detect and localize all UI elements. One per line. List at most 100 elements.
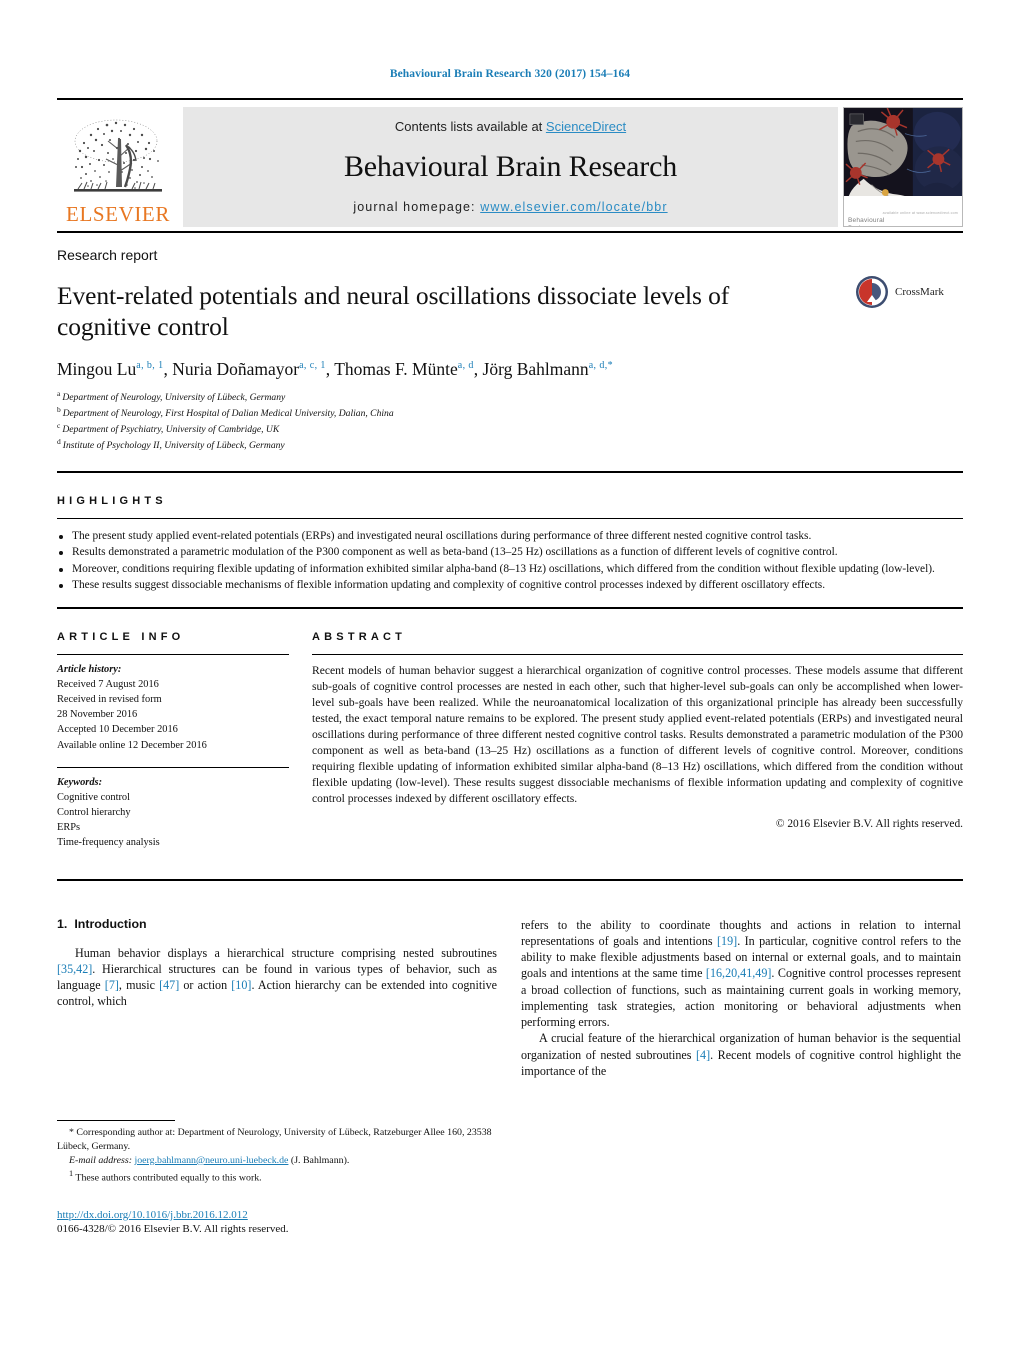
journal-homepage-link[interactable]: www.elsevier.com/locate/bbr bbox=[480, 200, 667, 214]
text-run: , music bbox=[118, 978, 160, 993]
author-separator: , bbox=[325, 359, 335, 380]
affiliation-item: a Department of Neurology, University of … bbox=[57, 389, 963, 405]
doi-link[interactable]: http://dx.doi.org/10.1016/j.bbr.2016.12.… bbox=[57, 1209, 248, 1221]
section-title: Introduction bbox=[74, 916, 147, 931]
email-link[interactable]: joerg.bahlmann@neuro.uni-luebeck.de bbox=[134, 1155, 288, 1166]
affiliation-item: c Department of Psychiatry, University of… bbox=[57, 421, 963, 437]
homepage-prefix: journal homepage: bbox=[353, 200, 481, 214]
list-item: Moreover, conditions requiring flexible … bbox=[57, 562, 963, 578]
list-item: The present study applied event-related … bbox=[57, 529, 963, 545]
footnote-block: * Corresponding author at: Department of… bbox=[57, 1120, 497, 1235]
affiliation-key: a bbox=[57, 389, 61, 399]
sciencedirect-link[interactable]: ScienceDirect bbox=[546, 119, 626, 134]
affiliation-item: d Institute of Psychology II, University … bbox=[57, 437, 963, 453]
citation-link[interactable]: [47] bbox=[159, 978, 179, 992]
text-run: Human behavior displays a hierarchical s… bbox=[75, 945, 497, 960]
author-name: Jörg Bahlmann bbox=[482, 359, 589, 380]
text-run: or action bbox=[179, 978, 232, 993]
elsevier-logo: ELSEVIER bbox=[57, 107, 179, 227]
author-marks-text: a, d, bbox=[588, 360, 608, 372]
author-affiliation-marks: a, c, 1 bbox=[299, 360, 326, 372]
article-page: Behavioural Brain Research 320 (2017) 15… bbox=[0, 0, 1020, 1351]
crossmark-icon bbox=[856, 276, 888, 308]
elsevier-wordmark: ELSEVIER bbox=[66, 202, 170, 226]
equal-contribution-note: 1 These authors contributed equally to t… bbox=[57, 1168, 497, 1185]
article-history-block: Article history: Received 7 August 2016 … bbox=[57, 662, 289, 753]
corresponding-author-note: * Corresponding author at: Department of… bbox=[57, 1126, 497, 1154]
citation-link[interactable]: [19] bbox=[717, 934, 737, 948]
author-separator: , bbox=[163, 359, 173, 380]
citation-link[interactable]: [16,20,41,49] bbox=[706, 966, 772, 980]
affiliation-text: Department of Psychiatry, University of … bbox=[62, 424, 280, 436]
info-abstract-row: ARTICLE INFO Article history: Received 7… bbox=[57, 631, 963, 851]
affiliation-list: a Department of Neurology, University of … bbox=[57, 389, 963, 452]
list-item: These results suggest dissociable mechan… bbox=[57, 578, 963, 594]
author-separator: , bbox=[473, 359, 483, 380]
page-title: Event-related potentials and neural osci… bbox=[57, 281, 730, 342]
journal-masthead: ELSEVIER Contents lists available at Sci… bbox=[57, 98, 963, 227]
issn-copyright-line: 0166-4328/© 2016 Elsevier B.V. All right… bbox=[57, 1222, 289, 1235]
masthead-bottom-rule bbox=[57, 231, 963, 233]
history-line: 28 November 2016 bbox=[57, 709, 138, 721]
author-entry: Mingou Lua, b, 1 bbox=[57, 359, 164, 379]
section-number: 1. bbox=[57, 916, 68, 931]
elsevier-tree-icon bbox=[74, 119, 162, 192]
journal-homepage-line: journal homepage: www.elsevier.com/locat… bbox=[353, 200, 667, 214]
affiliation-item: b Department of Neurology, First Hospital… bbox=[57, 405, 963, 421]
history-line: Available online 12 December 2016 bbox=[57, 739, 207, 751]
author-name: Nuria Doñamayor bbox=[172, 359, 300, 380]
keywords-block: Keywords: Cognitive control Control hier… bbox=[57, 775, 289, 851]
article-body: 1. Introduction Human behavior displays a… bbox=[57, 917, 963, 1080]
history-line: Accepted 10 December 2016 bbox=[57, 724, 178, 736]
author-list: Mingou Lua, b, 1, Nuria Doñamayora, c, 1… bbox=[57, 359, 963, 380]
affiliation-key: d bbox=[57, 436, 61, 446]
author-name: Mingou Lu bbox=[57, 359, 137, 380]
introduction-heading: 1. Introduction bbox=[57, 917, 497, 931]
contents-prefix: Contents lists available at bbox=[394, 119, 546, 134]
journal-cover-thumbnail[interactable]: available online at www.sciencedirect.co… bbox=[843, 107, 963, 227]
corresponding-author-text: Corresponding author at: Department of N… bbox=[57, 1127, 492, 1152]
author-entry: Thomas F. Müntea, d bbox=[334, 359, 474, 379]
citation-link[interactable]: [10] bbox=[231, 978, 251, 992]
list-item: Results demonstrated a parametric modula… bbox=[57, 545, 963, 561]
abstract-copyright: © 2016 Elsevier B.V. All rights reserved… bbox=[775, 817, 963, 830]
crossmark-badge[interactable]: CrossMark bbox=[855, 275, 963, 309]
paragraph: A crucial feature of the hierarchical or… bbox=[521, 1030, 961, 1079]
keyword-item: Control hierarchy bbox=[57, 807, 131, 819]
email-note: E-mail address: joerg.bahlmann@neuro.uni… bbox=[57, 1154, 497, 1168]
article-type-label: Research report bbox=[57, 247, 158, 263]
corresponding-author-star[interactable]: * bbox=[608, 361, 613, 372]
history-line: Received in revised form bbox=[57, 693, 162, 705]
running-head: Behavioural Brain Research 320 (2017) 15… bbox=[389, 68, 631, 80]
contents-available-line: Contents lists available at ScienceDirec… bbox=[395, 119, 626, 134]
author-name: Thomas F. Münte bbox=[334, 359, 458, 380]
affiliation-text: Department of Neurology, First Hospital … bbox=[62, 408, 394, 420]
author-affiliation-marks: a, d bbox=[457, 360, 474, 372]
citation-link[interactable]: [35,42] bbox=[57, 962, 92, 976]
citation-link[interactable]: [7] bbox=[105, 978, 119, 992]
abstract-heading: ABSTRACT bbox=[312, 630, 407, 643]
keyword-item: ERPs bbox=[57, 822, 81, 834]
keyword-item: Cognitive control bbox=[57, 791, 131, 803]
paragraph: refers to the ability to coordinate thou… bbox=[521, 917, 961, 1031]
cover-caption-fineprint: available online at www.sciencedirect.co… bbox=[882, 211, 958, 215]
title-block: Research report Event-related potentials… bbox=[57, 247, 963, 453]
keyword-item: Time-frequency analysis bbox=[57, 837, 160, 849]
crossmark-label: CrossMark bbox=[895, 286, 944, 298]
abstract-text: Recent models of human behavior suggest … bbox=[312, 663, 963, 805]
paragraph: Human behavior displays a hierarchical s… bbox=[57, 945, 497, 1010]
highlights-list: The present study applied event-related … bbox=[57, 529, 963, 594]
author-entry: Jörg Bahlmanna, d,* bbox=[483, 359, 614, 379]
abstract-column: ABSTRACT Recent models of human behavior… bbox=[312, 631, 963, 851]
highlights-section: HIGHLIGHTS The present study applied eve… bbox=[57, 473, 963, 607]
affiliation-key: b bbox=[57, 405, 61, 415]
history-line: Received 7 August 2016 bbox=[57, 678, 159, 690]
article-info-column: ARTICLE INFO Article history: Received 7… bbox=[57, 631, 289, 851]
journal-title: Behavioural Brain Research bbox=[343, 150, 677, 183]
body-column-right: refers to the ability to coordinate thou… bbox=[521, 917, 961, 1080]
email-label: E-mail address: bbox=[69, 1154, 132, 1166]
doi-block: http://dx.doi.org/10.1016/j.bbr.2016.12.… bbox=[57, 1205, 497, 1235]
citation-link[interactable]: [4] bbox=[696, 1048, 710, 1062]
masthead-center-panel: Contents lists available at ScienceDirec… bbox=[183, 107, 838, 227]
keywords-label: Keywords: bbox=[57, 776, 103, 788]
